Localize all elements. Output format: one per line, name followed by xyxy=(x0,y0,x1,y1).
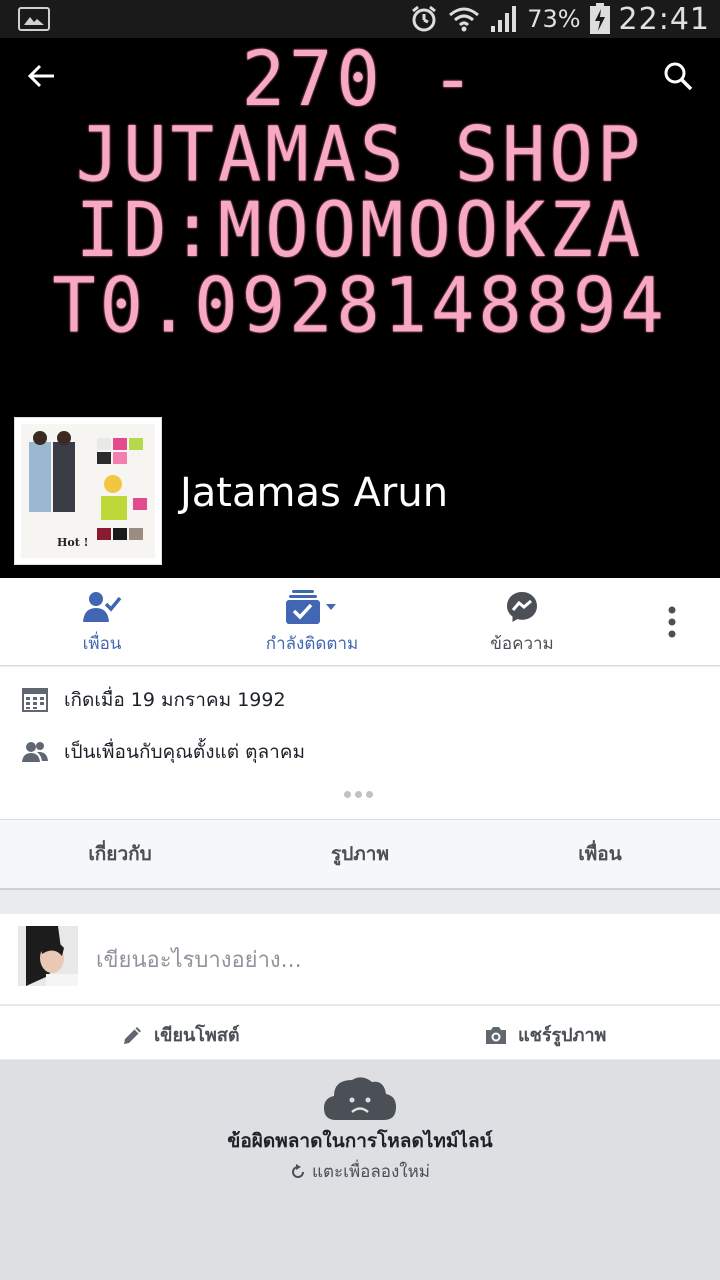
composer-actions: เขียนโพสต์ แชร์รูปภาพ xyxy=(0,1005,720,1059)
friends-button[interactable]: เพื่อน xyxy=(62,590,142,657)
avatar xyxy=(18,926,78,986)
clock: 22:41 xyxy=(618,1,710,37)
alarm-icon xyxy=(412,5,437,32)
cover-line: 270 - xyxy=(241,38,479,123)
profile-actions: เพื่อน กำลังติดตาม ข้อความ xyxy=(0,578,720,666)
friends-since-text: เป็นเพื่อนกับคุณตั้งแต่ ตุลาคม xyxy=(64,741,305,763)
friends-icon xyxy=(22,742,48,762)
post-composer[interactable]: เขียนอะไรบางอย่าง... xyxy=(0,914,720,1004)
calendar-icon xyxy=(22,688,48,712)
messenger-icon xyxy=(507,592,537,622)
write-post-label: เขียนโพสต์ xyxy=(154,1025,240,1046)
message-label: ข้อความ xyxy=(490,634,554,654)
pencil-icon xyxy=(124,1026,141,1044)
see-more-dots[interactable] xyxy=(344,791,373,798)
cover-line: T0.0928148894 xyxy=(52,261,668,350)
cover-line: ID:MOOMOOKZA xyxy=(75,185,645,274)
retry-button[interactable]: แตะเพื่อลองใหม่ xyxy=(0,1158,720,1185)
timeline-error: ข้อผิดพลาดในการโหลดไทม์ไลน์ แตะเพื่อลองใ… xyxy=(0,1060,720,1280)
refresh-icon xyxy=(292,1163,304,1178)
following-label: กำลังติดตาม xyxy=(265,634,359,654)
cover-text: 270 - JUTAMAS SHOP ID:MOOMOOKZA T0.09281… xyxy=(0,41,720,343)
friends-since-row: เป็นเพื่อนกับคุณตั้งแต่ ตุลาคม xyxy=(22,737,305,767)
profile-info: เกิดเมื่อ 19 มกราคม 1992 เป็นเพื่อนกับคุ… xyxy=(0,667,720,819)
status-bar: 73% 22:41 xyxy=(0,0,720,38)
battery-charging-icon xyxy=(589,3,610,34)
retry-label: แตะเพื่อลองใหม่ xyxy=(312,1162,430,1182)
write-post-button[interactable]: เขียนโพสต์ xyxy=(122,1020,240,1049)
tab-photos[interactable]: รูปภาพ xyxy=(240,820,480,888)
friend-check-icon xyxy=(83,592,122,622)
error-title: ข้อผิดพลาดในการโหลดไทม์ไลน์ xyxy=(227,1130,493,1152)
gallery-notification-icon xyxy=(18,7,50,31)
status-icons: 73% 22:41 xyxy=(409,0,710,38)
message-button[interactable]: ข้อความ xyxy=(482,590,562,657)
profile-name: Jatamas Arun xyxy=(180,470,449,516)
following-check-icon xyxy=(286,590,336,624)
tab-about[interactable]: เกี่ยวกับ xyxy=(0,820,240,888)
friends-label: เพื่อน xyxy=(82,634,122,654)
back-arrow-icon[interactable] xyxy=(24,58,60,94)
cover-line: JUTAMAS SHOP xyxy=(75,110,645,199)
profile-tabs: เกี่ยวกับ รูปภาพ เพื่อน xyxy=(0,819,720,890)
share-photo-label: แชร์รูปภาพ xyxy=(518,1025,607,1046)
tab-friends[interactable]: เพื่อน xyxy=(480,820,720,888)
wifi-icon xyxy=(449,7,480,32)
composer-placeholder[interactable]: เขียนอะไรบางอย่าง... xyxy=(96,942,302,977)
search-icon[interactable] xyxy=(660,58,696,94)
profile-picture[interactable]: Hot ! xyxy=(14,417,162,565)
sad-cloud-icon xyxy=(324,1077,396,1120)
birthday-text: เกิดเมื่อ 19 มกราคม 1992 xyxy=(64,689,286,711)
battery-percent: 73% xyxy=(527,5,581,33)
more-options-icon[interactable] xyxy=(662,606,682,640)
share-photo-button[interactable]: แชร์รูปภาพ xyxy=(484,1020,606,1049)
profile-pic-caption: Hot ! xyxy=(57,536,89,549)
camera-icon xyxy=(486,1026,506,1044)
following-button[interactable]: กำลังติดตาม xyxy=(262,590,362,657)
birthday-row: เกิดเมื่อ 19 มกราคม 1992 xyxy=(22,685,286,715)
signal-icon xyxy=(491,6,517,32)
